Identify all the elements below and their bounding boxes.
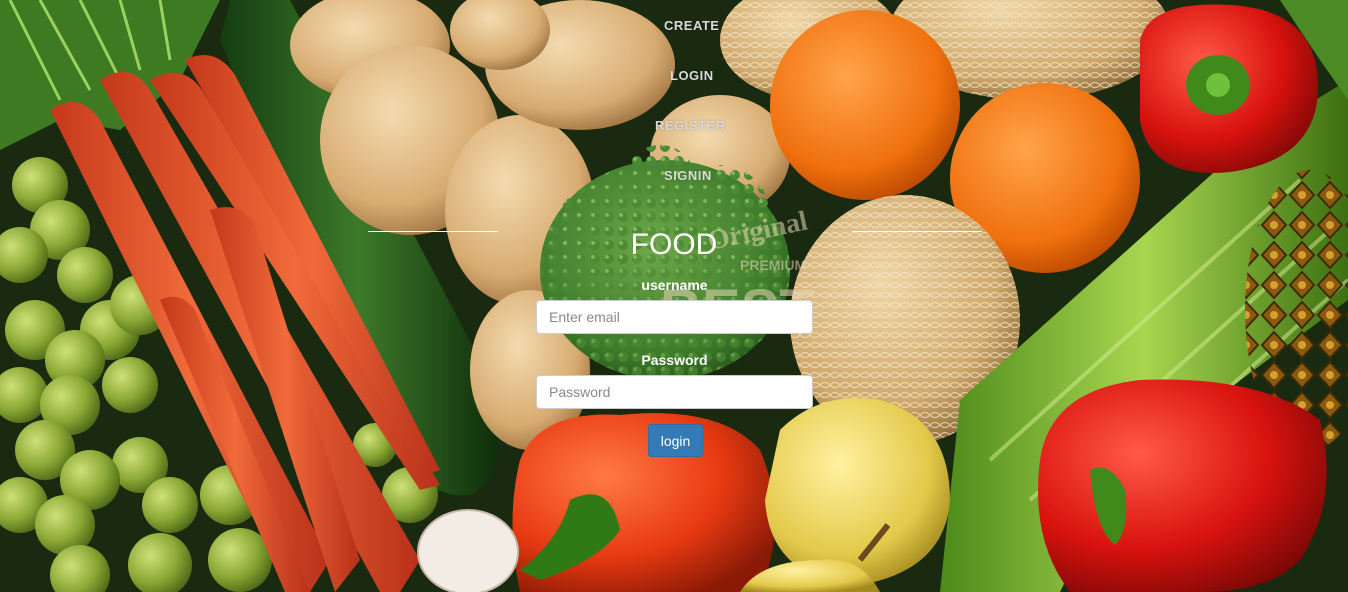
top-navigation: CREATE LOGIN REGISTER SIGNIN bbox=[0, 0, 1348, 200]
divider-right bbox=[852, 231, 982, 232]
password-label: Password bbox=[641, 352, 708, 368]
nav-link-login[interactable]: LOGIN bbox=[670, 68, 714, 83]
username-label: username bbox=[641, 277, 708, 293]
nav-link-create[interactable]: CREATE bbox=[664, 18, 719, 33]
nav-link-signin[interactable]: SIGNIN bbox=[664, 168, 712, 183]
divider-left bbox=[368, 231, 498, 232]
login-form: username Password login bbox=[536, 276, 813, 457]
form-title: FOOD bbox=[630, 228, 718, 261]
nav-link-register[interactable]: REGISTER bbox=[655, 118, 725, 133]
login-button[interactable]: login bbox=[648, 424, 703, 457]
password-field[interactable] bbox=[536, 375, 813, 409]
email-field[interactable] bbox=[536, 300, 813, 334]
